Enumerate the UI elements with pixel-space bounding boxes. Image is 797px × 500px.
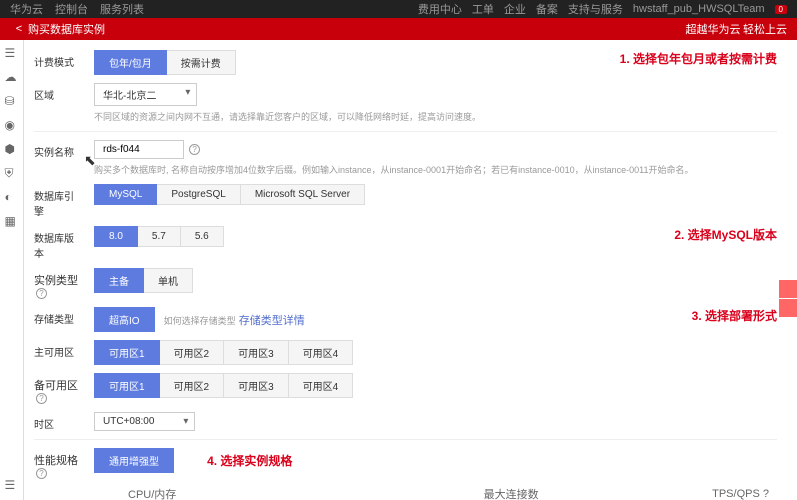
version-57[interactable]: 5.7 bbox=[138, 226, 181, 247]
spec-table: CPU/内存 最大连接数 TPS/QPS ? 8 核 | 64 GB18,000… bbox=[94, 481, 777, 500]
version-56[interactable]: 5.6 bbox=[181, 226, 224, 247]
nav-enterprise[interactable]: 企业 bbox=[504, 1, 526, 17]
logo[interactable]: 华为云 bbox=[10, 1, 43, 17]
security-icon[interactable]: ⛨ bbox=[5, 166, 19, 180]
annotation-1: 1. 选择包年包月或者按需计费 bbox=[620, 50, 777, 67]
help-icon[interactable]: ? bbox=[763, 488, 769, 500]
float-tools bbox=[779, 280, 797, 318]
nav-ticket[interactable]: 工单 bbox=[472, 1, 494, 17]
engine-mysql[interactable]: MySQL bbox=[94, 184, 157, 205]
primary-az1[interactable]: 可用区1 bbox=[94, 340, 160, 365]
annotation-4: 4. 选择实例规格 bbox=[207, 454, 292, 468]
version-80[interactable]: 8.0 bbox=[94, 226, 138, 247]
tz-select[interactable]: UTC+08:00 bbox=[94, 412, 195, 431]
name-label: 实例名称 bbox=[34, 140, 82, 159]
version-label: 数据库版本 bbox=[34, 226, 82, 260]
billing-yearly[interactable]: 包年/包月 bbox=[94, 50, 167, 75]
billing-toggle: 包年/包月 按需计费 bbox=[94, 50, 578, 75]
engine-group: MySQL PostgreSQL Microsoft SQL Server bbox=[94, 184, 777, 205]
primary-az4[interactable]: 可用区4 bbox=[289, 340, 354, 365]
storage-hint: 如何选择存储类型 bbox=[164, 316, 236, 326]
nav-support[interactable]: 支持与服务 bbox=[568, 1, 623, 17]
help-icon[interactable]: ? bbox=[189, 144, 200, 155]
cloud-icon[interactable]: ☁ bbox=[5, 70, 19, 84]
storage-link[interactable]: 存储类型详情 bbox=[239, 315, 305, 327]
menu-icon[interactable]: ☰ bbox=[5, 46, 19, 60]
db-icon[interactable]: ⛁ bbox=[5, 94, 19, 108]
col-conn: 最大连接数 bbox=[357, 481, 547, 500]
standby-az4[interactable]: 可用区4 bbox=[289, 373, 354, 398]
help-icon[interactable]: ? bbox=[36, 393, 47, 404]
engine-pg[interactable]: PostgreSQL bbox=[157, 184, 240, 205]
standby-az1[interactable]: 可用区1 bbox=[94, 373, 160, 398]
region-select[interactable]: 华北-北京二 bbox=[94, 83, 197, 106]
help-icon[interactable]: ? bbox=[36, 288, 47, 299]
nav-user[interactable]: hwstaff_pub_HWSQLTeam bbox=[633, 3, 765, 15]
help-icon[interactable]: ? bbox=[36, 468, 47, 479]
region-label: 区域 bbox=[34, 83, 82, 102]
standby-group: 可用区1 可用区2 可用区3 可用区4 bbox=[94, 373, 777, 398]
page-header: < 购买数据库实例 超越华为云 轻松上云 bbox=[0, 18, 797, 40]
version-group: 8.0 5.7 5.6 bbox=[94, 226, 632, 247]
storage-ultraio[interactable]: 超高IO bbox=[94, 307, 155, 332]
type-label: 实例类型 ? bbox=[34, 268, 82, 299]
type-group: 主备 单机 bbox=[94, 268, 777, 293]
annotation-3: 3. 选择部署形式 bbox=[692, 307, 777, 324]
primary-az3[interactable]: 可用区3 bbox=[224, 340, 289, 365]
type-single[interactable]: 单机 bbox=[144, 268, 193, 293]
storage-label: 存储类型 bbox=[34, 307, 82, 326]
annotation-2: 2. 选择MySQL版本 bbox=[674, 226, 777, 243]
standby-az3[interactable]: 可用区3 bbox=[224, 373, 289, 398]
nav-console[interactable]: 控制台 bbox=[55, 1, 88, 17]
sidebar: ☰ ☁ ⛁ ◉ ⬢ ⛨ ◐ ▦ ☰ bbox=[0, 40, 24, 500]
nav-icp[interactable]: 备案 bbox=[536, 1, 558, 17]
monitor-icon[interactable]: ◐ bbox=[5, 190, 19, 204]
billing-label: 计费模式 bbox=[34, 50, 82, 69]
top-nav-right: 费用中心 工单 企业 备案 支持与服务 hwstaff_pub_HWSQLTea… bbox=[418, 1, 787, 17]
top-nav-left: 华为云 控制台 服务列表 bbox=[10, 1, 144, 17]
collapse-icon[interactable]: ☰ bbox=[5, 478, 19, 492]
net-icon[interactable]: ◉ bbox=[5, 118, 19, 132]
nav-services[interactable]: 服务列表 bbox=[100, 1, 144, 17]
support-icon[interactable] bbox=[779, 299, 797, 317]
name-hint: 购买多个数据库时, 名称自动按序增加4位数字后缀。例如输入instance，从i… bbox=[94, 163, 777, 176]
primary-group: 可用区1 可用区2 可用区3 可用区4 bbox=[94, 340, 777, 365]
msg-badge[interactable]: 0 bbox=[775, 5, 787, 14]
main-content: ⬉ 计费模式 包年/包月 按需计费 1. 选择包年包月或者按需计费 区域 华北-… bbox=[24, 40, 797, 500]
tz-label: 时区 bbox=[34, 412, 82, 431]
page-title: 购买数据库实例 bbox=[28, 21, 105, 37]
region-hint: 不同区域的资源之间内网不互通，请选择靠近您客户的区域，可以降低网络时延，提高访问… bbox=[94, 110, 777, 123]
primary-label: 主可用区 bbox=[34, 340, 82, 359]
billing-ondemand[interactable]: 按需计费 bbox=[167, 50, 236, 75]
header-right: 超越华为云 轻松上云 bbox=[685, 21, 787, 37]
engine-mssql[interactable]: Microsoft SQL Server bbox=[241, 184, 365, 205]
primary-az2[interactable]: 可用区2 bbox=[160, 340, 225, 365]
type-ha[interactable]: 主备 bbox=[94, 268, 144, 293]
perf-label: 性能规格 ? bbox=[34, 448, 82, 479]
app-icon[interactable]: ▦ bbox=[5, 214, 19, 228]
col-cpu: CPU/内存 bbox=[120, 481, 357, 500]
perf-tab[interactable]: 通用增强型 bbox=[94, 448, 174, 473]
standby-label: 备可用区 ? bbox=[34, 373, 82, 404]
standby-az2[interactable]: 可用区2 bbox=[160, 373, 225, 398]
nav-cost[interactable]: 费用中心 bbox=[418, 1, 462, 17]
engine-label: 数据库引擎 bbox=[34, 184, 82, 218]
feedback-icon[interactable] bbox=[779, 280, 797, 298]
name-input[interactable] bbox=[94, 140, 184, 159]
storage-icon[interactable]: ⬢ bbox=[5, 142, 19, 156]
top-nav: 华为云 控制台 服务列表 费用中心 工单 企业 备案 支持与服务 hwstaff… bbox=[0, 0, 797, 18]
col-tps: TPS/QPS ? bbox=[547, 481, 777, 500]
back-icon[interactable]: < bbox=[10, 23, 28, 35]
storage-group: 超高IO 如何选择存储类型 存储类型详情 bbox=[94, 307, 650, 332]
